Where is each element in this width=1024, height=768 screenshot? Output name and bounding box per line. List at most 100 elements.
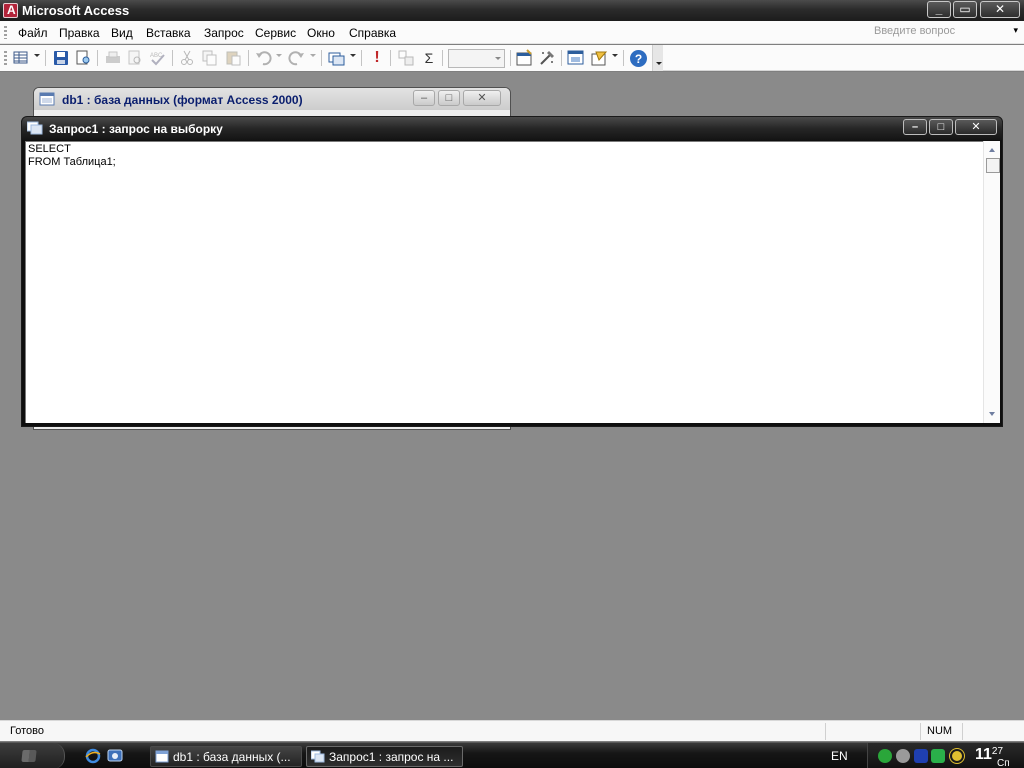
- show-table-icon[interactable]: [397, 49, 415, 67]
- toolbar-separator: [97, 50, 98, 66]
- query-window-titlebar[interactable]: Запрос1 : запрос на выборку – □ ✕: [22, 117, 1002, 140]
- menu-file[interactable]: Файл: [18, 26, 48, 40]
- chevron-down-icon[interactable]: ▾: [1013, 25, 1018, 36]
- menu-edit[interactable]: Правка: [59, 26, 100, 40]
- toolbar-grip-handle[interactable]: [4, 51, 7, 65]
- builder-icon[interactable]: [538, 49, 556, 67]
- paste-icon[interactable]: [224, 49, 242, 67]
- taskbar-item-label: db1 : база данных (...: [173, 750, 291, 764]
- minimize-icon: –: [420, 92, 428, 104]
- help-question-box[interactable]: Введите вопрос ▾: [874, 25, 1020, 41]
- bluetooth-icon[interactable]: [950, 749, 964, 763]
- sql-editor[interactable]: SELECT FROM Таблица1;: [25, 141, 983, 423]
- database-window-title: db1 : база данных (формат Access 2000): [62, 93, 303, 107]
- copy-icon[interactable]: [201, 49, 219, 67]
- run-icon[interactable]: !: [368, 49, 386, 67]
- scroll-down-arrow-icon[interactable]: [989, 412, 995, 416]
- database-window-icon: [155, 750, 169, 763]
- minimize-icon: _: [935, 2, 943, 16]
- toolbar-separator: [248, 50, 249, 66]
- network-status-icon[interactable]: [878, 749, 892, 763]
- print-icon[interactable]: [104, 49, 122, 67]
- close-icon: ✕: [477, 92, 487, 104]
- undo-icon[interactable]: [254, 49, 272, 67]
- redo-icon[interactable]: [288, 49, 306, 67]
- new-object-icon[interactable]: [590, 49, 608, 67]
- maximize-icon: □: [937, 121, 945, 133]
- clock-hour: 11: [975, 746, 992, 763]
- toolbar-options-chevron-icon[interactable]: [652, 45, 663, 71]
- toolbar-separator: [45, 50, 46, 66]
- scroll-thumb[interactable]: [986, 158, 1000, 173]
- sound-icon[interactable]: [896, 749, 910, 763]
- query-maximize-button[interactable]: □: [929, 119, 953, 135]
- windows-logo-icon: [21, 750, 37, 762]
- menu-query[interactable]: Запрос: [204, 26, 244, 40]
- db-minimize-button[interactable]: –: [413, 90, 435, 106]
- database-window-icon[interactable]: [567, 49, 585, 67]
- print-preview-icon[interactable]: [126, 49, 144, 67]
- system-clock[interactable]: 1127 Сп: [975, 746, 1010, 768]
- help-icon[interactable]: ?: [630, 50, 647, 67]
- menu-insert[interactable]: Вставка: [146, 26, 191, 40]
- status-bar: Готово NUM: [0, 720, 1024, 741]
- clock-minutes: 27: [991, 746, 1004, 757]
- antivirus-icon[interactable]: [931, 749, 945, 763]
- display-settings-icon[interactable]: [914, 749, 928, 763]
- save-icon[interactable]: [52, 49, 70, 67]
- app-title: Microsoft Access: [22, 3, 130, 18]
- undo-dropdown-chevron-icon[interactable]: [276, 54, 282, 57]
- app-minimize-button[interactable]: _: [927, 1, 951, 18]
- toolbar-separator: [172, 50, 173, 66]
- totals-icon[interactable]: Σ: [420, 49, 438, 67]
- app-restore-button[interactable]: ▭: [953, 1, 977, 18]
- toolbar-separator: [623, 50, 624, 66]
- sql-text[interactable]: SELECT FROM Таблица1;: [28, 143, 116, 169]
- menu-grip-handle[interactable]: [4, 26, 7, 39]
- app-close-button[interactable]: ✕: [980, 1, 1020, 18]
- taskbar-item-database[interactable]: db1 : база данных (...: [150, 746, 302, 767]
- start-button[interactable]: [0, 743, 65, 768]
- properties-icon[interactable]: [515, 49, 533, 67]
- help-question-placeholder: Введите вопрос: [874, 25, 956, 37]
- toolbar-separator: [442, 50, 443, 66]
- query-type-icon[interactable]: [328, 49, 346, 67]
- show-desktop-icon[interactable]: [107, 748, 123, 764]
- scroll-up-arrow-icon[interactable]: [989, 148, 995, 152]
- toolbar-separator: [361, 50, 362, 66]
- restore-icon: ▭: [959, 2, 971, 16]
- query-icon: [27, 121, 43, 135]
- spelling-icon[interactable]: ABC: [149, 49, 167, 67]
- db-close-button[interactable]: ✕: [463, 90, 501, 106]
- internet-explorer-icon[interactable]: [85, 748, 101, 764]
- query-minimize-button[interactable]: –: [903, 119, 927, 135]
- taskbar-item-query[interactable]: Запрос1 : запрос на ...: [306, 746, 463, 767]
- menu-help[interactable]: Справка: [349, 26, 396, 40]
- menu-window[interactable]: Окно: [307, 26, 335, 40]
- database-window-titlebar[interactable]: db1 : база данных (формат Access 2000) –…: [34, 88, 510, 110]
- sql-vertical-scrollbar[interactable]: [983, 141, 1000, 423]
- status-separator: [920, 723, 921, 740]
- redo-dropdown-chevron-icon[interactable]: [310, 54, 316, 57]
- db-maximize-button[interactable]: □: [438, 90, 460, 106]
- menu-tools[interactable]: Сервис: [255, 26, 296, 40]
- close-icon: ✕: [971, 121, 981, 133]
- status-text: Готово: [10, 725, 44, 737]
- top-values-combo[interactable]: [448, 49, 505, 68]
- language-indicator[interactable]: EN: [831, 749, 848, 763]
- toolbar-separator: [390, 50, 391, 66]
- view-dropdown-chevron-icon[interactable]: [34, 54, 40, 57]
- new-object-dropdown-chevron-icon[interactable]: [612, 54, 618, 57]
- close-icon: ✕: [994, 2, 1006, 16]
- database-window-icon: [39, 92, 55, 106]
- menu-view[interactable]: Вид: [111, 26, 133, 40]
- status-separator: [962, 723, 963, 740]
- query-close-button[interactable]: ✕: [955, 119, 997, 135]
- query-type-dropdown-chevron-icon[interactable]: [350, 54, 356, 57]
- datasheet-view-icon[interactable]: [12, 49, 30, 67]
- toolbar-separator: [510, 50, 511, 66]
- toolbar-separator: [321, 50, 322, 66]
- cut-icon[interactable]: [178, 49, 196, 67]
- file-search-icon[interactable]: [74, 49, 92, 67]
- status-separator: [825, 723, 826, 740]
